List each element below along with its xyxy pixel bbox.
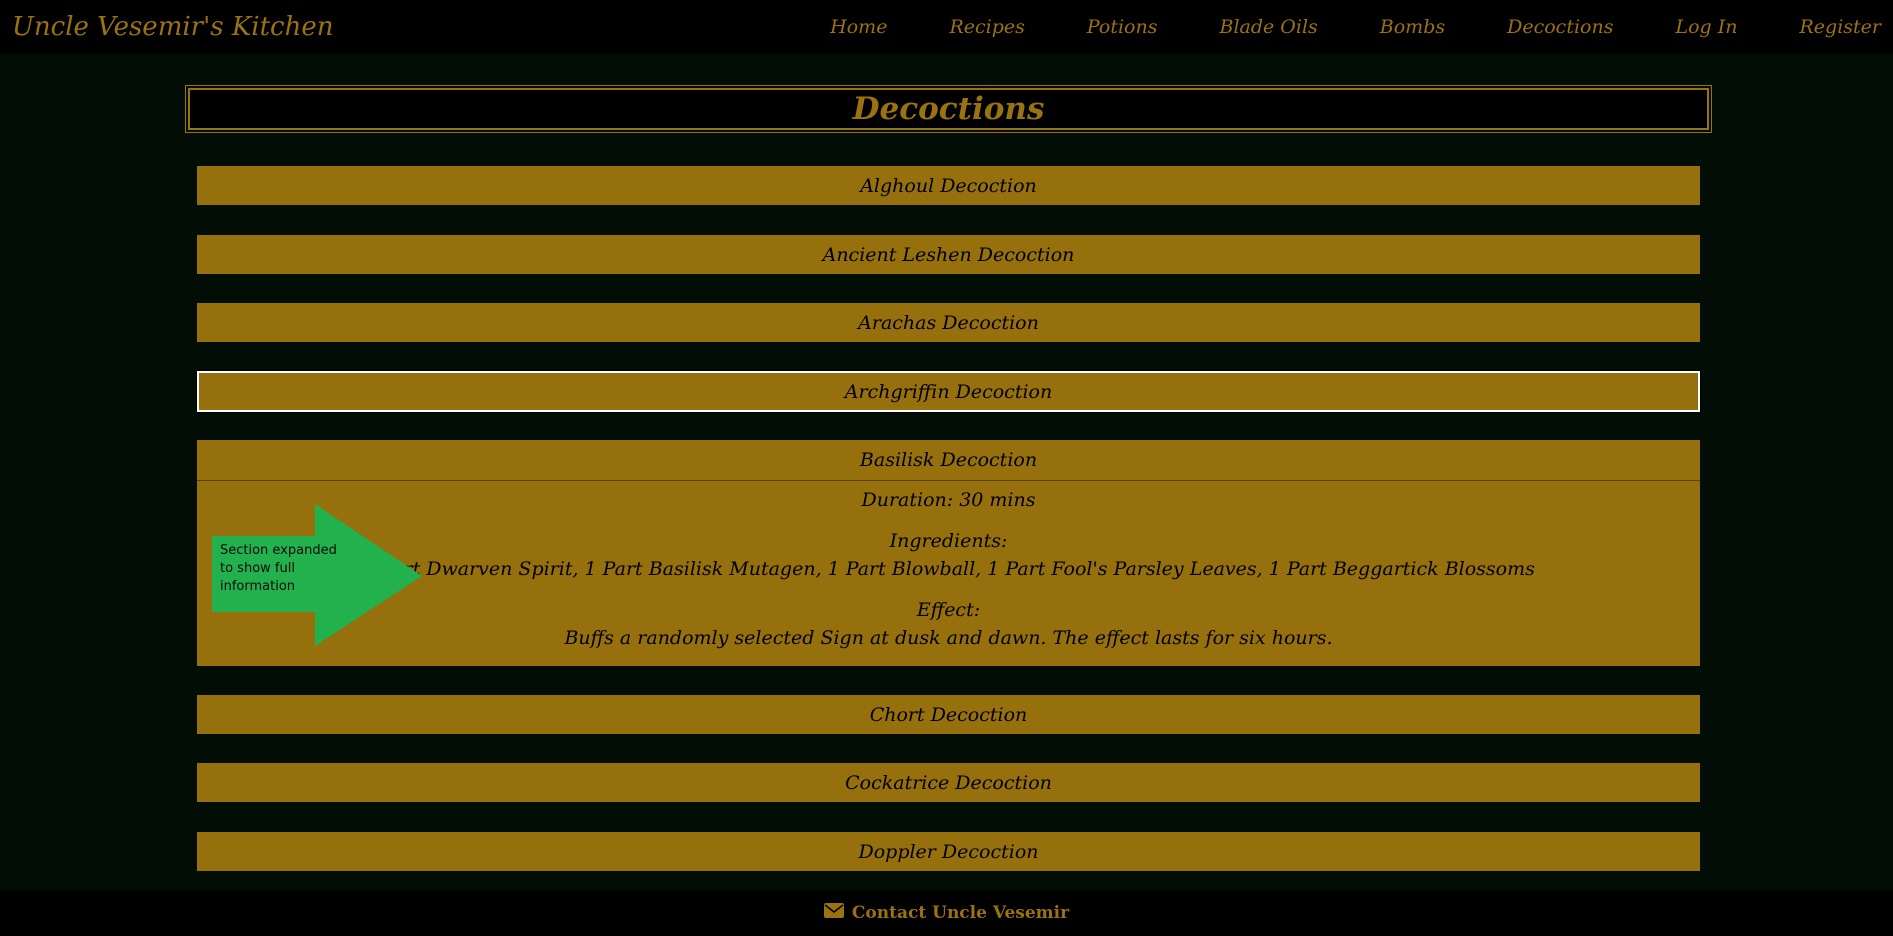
accordion-header-arachas[interactable]: Arachas Decoction — [197, 303, 1700, 342]
duration-text: Duration: 30 mins — [861, 489, 1036, 511]
nav-link-register[interactable]: Register — [1799, 16, 1881, 38]
navbar: Uncle Vesemir's Kitchen Home Recipes Pot… — [0, 0, 1893, 54]
nav-link-blade-oils[interactable]: Blade Oils — [1219, 16, 1317, 38]
effect-text: Buffs a randomly selected Sign at dusk a… — [564, 627, 1333, 649]
nav-link-recipes[interactable]: Recipes — [949, 16, 1024, 38]
nav-link-home[interactable]: Home — [830, 16, 887, 38]
footer: Contact Uncle Vesemir — [0, 890, 1893, 936]
nav-link-login[interactable]: Log In — [1675, 16, 1737, 38]
accordion-body-basilisk: Duration: 30 mins Ingredients: 1 Part Dw… — [197, 480, 1700, 666]
ingredients-label: Ingredients: — [889, 530, 1008, 552]
nav-links: Home Recipes Potions Blade Oils Bombs De… — [830, 16, 1893, 38]
accordion-header-doppler[interactable]: Doppler Decoction — [197, 832, 1700, 871]
page-title: Decoctions — [185, 85, 1712, 133]
brand-link[interactable]: Uncle Vesemir's Kitchen — [0, 12, 333, 42]
annotation-arrow: Section expanded to show full informatio… — [212, 504, 422, 646]
nav-link-bombs[interactable]: Bombs — [1380, 16, 1445, 38]
accordion-header-cockatrice[interactable]: Cockatrice Decoction — [197, 763, 1700, 802]
accordion-header-basilisk[interactable]: Basilisk Decoction — [197, 440, 1700, 480]
accordion-header-alghoul[interactable]: Alghoul Decoction — [197, 166, 1700, 205]
accordion-header-ancient-leshen[interactable]: Ancient Leshen Decoction — [197, 235, 1700, 274]
accordion-header-chort[interactable]: Chort Decoction — [197, 695, 1700, 734]
nav-link-potions[interactable]: Potions — [1087, 16, 1158, 38]
envelope-icon — [823, 903, 844, 923]
contact-link[interactable]: Contact Uncle Vesemir — [852, 903, 1069, 923]
ingredients-text: 1 Part Dwarven Spirit, 1 Part Basilisk M… — [362, 558, 1535, 580]
nav-link-decoctions[interactable]: Decoctions — [1507, 16, 1613, 38]
annotation-text: Section expanded to show full informatio… — [220, 543, 337, 594]
accordion-header-archgriffin[interactable]: Archgriffin Decoction — [196, 370, 1701, 413]
effect-label: Effect: — [916, 599, 981, 621]
